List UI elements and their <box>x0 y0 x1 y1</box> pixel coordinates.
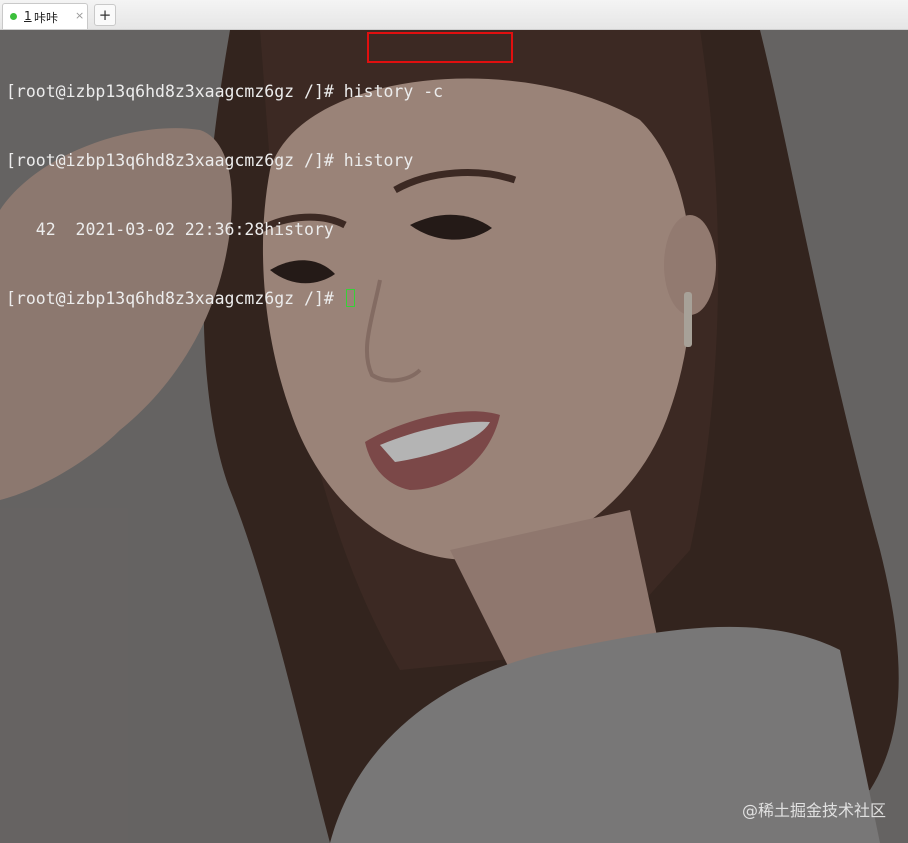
connected-status-icon <box>10 13 17 20</box>
tab-number: 1 <box>24 9 32 23</box>
session-tab[interactable]: 1 咔咔 × <box>2 3 88 29</box>
terminal-lines: [root@izbp13q6hd8z3xaagcmz6gz /]# histor… <box>6 34 443 356</box>
tab-bar: 1 咔咔 × + <box>0 0 908 30</box>
new-tab-button[interactable]: + <box>94 4 116 26</box>
shell-prompt: [root@izbp13q6hd8z3xaagcmz6gz /]# <box>6 289 334 308</box>
shell-prompt: [root@izbp13q6hd8z3xaagcmz6gz /]# <box>6 82 334 101</box>
command-text <box>334 289 344 308</box>
close-tab-icon[interactable]: × <box>75 9 84 22</box>
text-cursor <box>345 289 355 307</box>
terminal-window: 1 咔咔 × + [root@izbp13q6hd8z3xaagcmz6gz /… <box>0 0 908 843</box>
terminal-line: [root@izbp13q6hd8z3xaagcmz6gz /]# histor… <box>6 149 443 172</box>
command-text: history -c <box>333 82 444 101</box>
command-text: history <box>333 151 414 170</box>
terminal-line: 42 2021-03-02 22:36:28history <box>6 218 443 241</box>
command-highlight-box <box>367 32 513 63</box>
tab-label: 咔咔 <box>34 11 59 25</box>
shell-prompt: [root@izbp13q6hd8z3xaagcmz6gz /]# <box>6 151 334 170</box>
command-output: 42 2021-03-02 22:36:28history <box>6 220 334 239</box>
terminal-line: [root@izbp13q6hd8z3xaagcmz6gz /]# <box>6 287 443 310</box>
terminal-line: [root@izbp13q6hd8z3xaagcmz6gz /]# histor… <box>6 80 443 103</box>
watermark: @稀土掘金技术社区 <box>741 801 886 820</box>
terminal-output-area[interactable]: [root@izbp13q6hd8z3xaagcmz6gz /]# histor… <box>0 30 908 843</box>
